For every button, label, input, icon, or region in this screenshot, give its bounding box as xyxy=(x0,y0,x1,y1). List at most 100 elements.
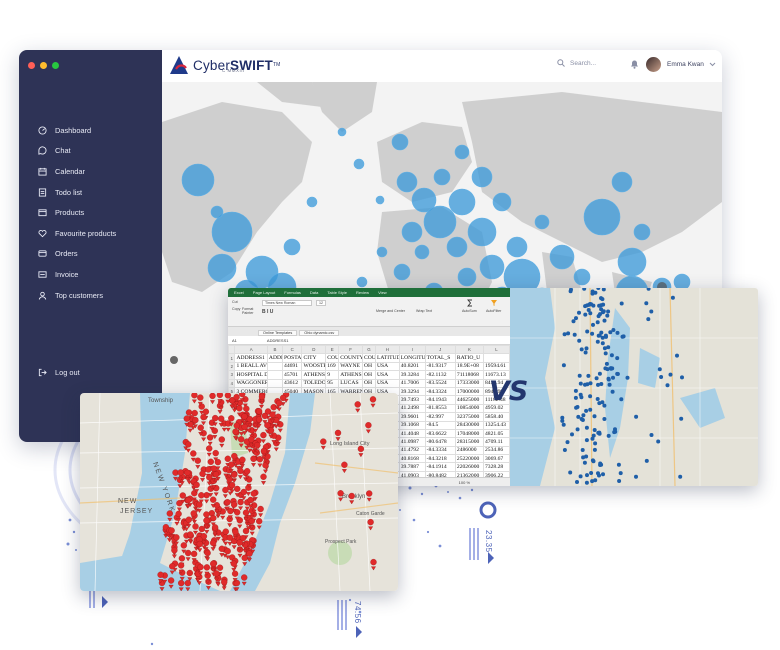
bold-button[interactable]: B I U xyxy=(262,309,273,315)
user-menu[interactable]: Emma Kwan xyxy=(646,57,716,72)
column-header[interactable]: E xyxy=(325,344,340,355)
table-cell[interactable]: COUNTRY xyxy=(361,353,376,363)
table-cell[interactable]: 4821.05 xyxy=(483,428,510,439)
table-cell[interactable]: LUCAS xyxy=(338,378,363,388)
cut-button[interactable]: Cut xyxy=(232,300,238,304)
table-cell[interactable]: 41.0987 xyxy=(398,437,426,447)
table-cell[interactable]: USA xyxy=(374,378,400,388)
table-cell[interactable]: -84.3324 xyxy=(424,386,456,397)
table-cell[interactable]: WOOSTER xyxy=(301,361,327,372)
minimize-window-button[interactable] xyxy=(40,62,47,69)
column-header[interactable]: G xyxy=(361,344,376,355)
table-cell[interactable]: 41.4048 xyxy=(398,428,426,439)
table-cell[interactable]: CITY xyxy=(301,353,327,363)
copy-button[interactable]: Copy xyxy=(232,307,240,311)
table-cell[interactable]: 3069.67 xyxy=(483,454,510,464)
autofilter-button[interactable]: AutoFilter xyxy=(486,309,501,313)
table-cell[interactable]: -83.6622 xyxy=(424,428,456,439)
table-cell[interactable]: 13254.43 xyxy=(483,420,510,430)
document-tab[interactable]: Ohio dynamic.csv xyxy=(299,330,340,336)
table-cell[interactable]: -84.1943 xyxy=(424,395,456,405)
format-painter-button[interactable]: Format Painter xyxy=(242,307,256,315)
column-header[interactable]: F xyxy=(338,344,363,355)
column-header[interactable]: D xyxy=(301,344,327,355)
table-cell[interactable]: POSTAL xyxy=(282,353,303,363)
logout-button[interactable]: Log out xyxy=(19,362,162,383)
column-header[interactable]: A xyxy=(234,344,268,355)
table-cell[interactable]: 22026000 xyxy=(454,462,485,472)
table-cell[interactable]: TOLEDO xyxy=(301,378,327,388)
table-cell[interactable]: 41.4792 xyxy=(398,445,426,456)
table-cell[interactable]: USA xyxy=(374,361,400,372)
table-cell[interactable]: ATHENS xyxy=(301,370,327,380)
column-header[interactable]: K xyxy=(454,344,485,355)
font-select[interactable]: Times New Roman xyxy=(262,300,312,306)
table-cell[interactable]: ADDRESS1 xyxy=(234,353,268,363)
document-tab[interactable]: Online Templates xyxy=(258,330,298,336)
table-cell[interactable]: 44625000 xyxy=(454,395,485,405)
sidebar-item-favourite-products[interactable]: Favourite products xyxy=(19,223,162,244)
table-cell[interactable]: 39.3284 xyxy=(398,370,426,380)
autosum-button[interactable]: AutoSum xyxy=(462,309,477,313)
table-cell[interactable]: TOTAL_S xyxy=(424,353,456,363)
formula-input[interactable]: ADDRESS1 xyxy=(267,338,289,343)
table-cell[interactable]: -81.9317 xyxy=(424,361,456,372)
table-cell[interactable] xyxy=(266,370,284,380)
search-input[interactable]: Search... xyxy=(570,60,596,67)
sidebar-item-products[interactable]: Products xyxy=(19,202,162,223)
table-cell[interactable]: -83.5524 xyxy=(424,378,456,388)
table-cell[interactable] xyxy=(266,378,284,388)
table-cell[interactable]: WAYNE xyxy=(338,361,363,372)
table-cell[interactable]: 17048000 xyxy=(454,428,485,439)
column-header[interactable]: B xyxy=(266,344,284,355)
table-cell[interactable]: ADDRESS2 xyxy=(266,353,284,363)
nyc-pin-map[interactable]: Township NEW YORK NEW JERSEY Long Island… xyxy=(80,393,398,591)
table-cell[interactable]: -80.6478 xyxy=(424,437,456,447)
ribbon-tab[interactable]: Page Layout xyxy=(253,290,275,295)
table-cell[interactable]: 25220000 xyxy=(454,454,485,464)
table-cell[interactable]: 32375000 xyxy=(454,412,485,422)
table-cell[interactable]: COUNTY STATE xyxy=(338,353,363,363)
table-cell[interactable]: 1 BEALL AVE xyxy=(234,361,268,372)
sidebar-item-todo-list[interactable]: Todo list xyxy=(19,182,162,203)
table-cell[interactable]: -84.5 xyxy=(424,420,456,430)
table-cell[interactable]: 39.7493 xyxy=(398,395,426,405)
table-cell[interactable]: 28430000 xyxy=(454,420,485,430)
table-cell[interactable]: 41.7006 xyxy=(398,378,426,388)
table-cell[interactable]: 44691 xyxy=(282,361,303,372)
zoom-level[interactable]: 100 % xyxy=(459,480,470,485)
ribbon-tab[interactable]: Review xyxy=(356,290,369,295)
table-cell[interactable]: 43612 xyxy=(282,378,303,388)
table-cell[interactable]: 17000000 xyxy=(454,386,485,397)
sidebar-item-dashboard[interactable]: Dashboard xyxy=(19,120,162,141)
maximize-window-button[interactable] xyxy=(52,62,59,69)
table-cell[interactable]: 5858.40 xyxy=(483,412,510,422)
table-cell[interactable]: WAGGONER BL xyxy=(234,378,268,388)
table-cell[interactable]: 10854000 xyxy=(454,403,485,414)
sidebar-item-invoice[interactable]: Invoice xyxy=(19,264,162,285)
ribbon-tab[interactable]: Data xyxy=(310,290,318,295)
bell-icon[interactable] xyxy=(630,59,639,69)
table-cell[interactable]: -84.3334 xyxy=(424,445,456,456)
column-header[interactable]: L xyxy=(483,344,510,355)
table-cell[interactable]: -81.8553 xyxy=(424,403,456,414)
font-size-select[interactable]: 12 xyxy=(316,300,326,306)
table-cell[interactable]: HOSPITAL DR xyxy=(234,370,268,380)
table-cell[interactable]: 28315000 xyxy=(454,437,485,447)
table-cell[interactable]: 41.2498 xyxy=(398,403,426,414)
table-cell[interactable]: 40.8168 xyxy=(398,454,426,464)
table-cell[interactable]: LATITUDE xyxy=(374,353,400,363)
sidebar-item-calendar[interactable]: Calendar xyxy=(19,161,162,182)
table-cell[interactable]: COUNTY xyxy=(325,353,340,363)
sidebar-item-orders[interactable]: Orders xyxy=(19,244,162,265)
sidebar-item-chat[interactable]: Chat xyxy=(19,141,162,162)
table-cell[interactable]: 18.9E+08 xyxy=(454,361,485,372)
table-cell[interactable]: 39.9601 xyxy=(398,412,426,422)
table-cell[interactable]: 39.3294 xyxy=(398,386,426,397)
table-cell[interactable]: 17333000 xyxy=(454,378,485,388)
table-cell[interactable]: 40.8201 xyxy=(398,361,426,372)
wrap-text-button[interactable]: Wrap Text xyxy=(416,309,432,313)
table-cell[interactable]: USA xyxy=(374,370,400,380)
table-cell[interactable]: LONGITUDE xyxy=(398,353,426,363)
table-cell[interactable]: OH xyxy=(361,370,376,380)
